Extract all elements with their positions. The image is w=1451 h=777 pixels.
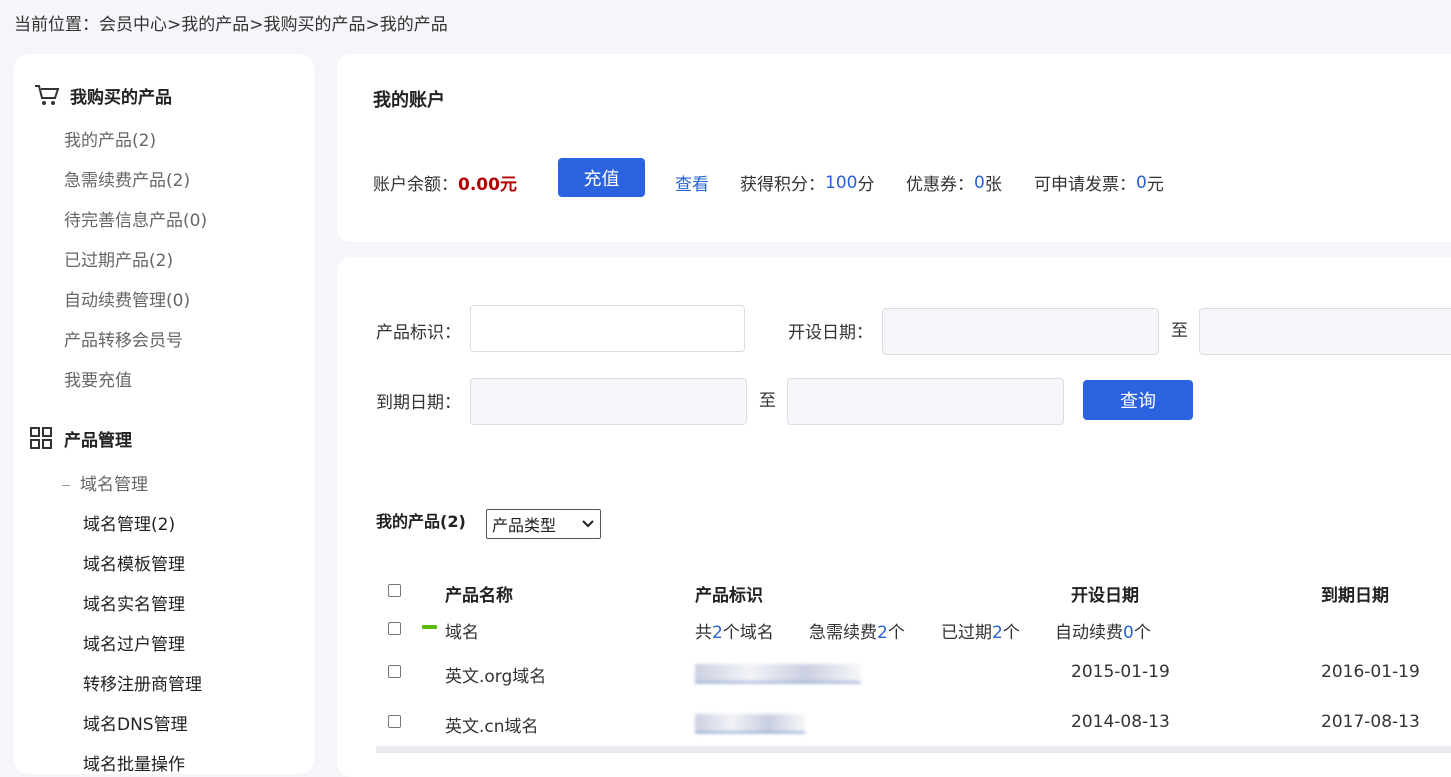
account-title: 我的账户 [373, 90, 445, 111]
group-total-prefix: 共 [695, 623, 712, 643]
sidebar-item-urgent-renew[interactable]: 急需续费产品(2) [64, 166, 190, 191]
open-date-start-input[interactable] [882, 308, 1159, 355]
group-urgent-prefix: 急需续费 [809, 623, 877, 643]
row-product-name: 英文.org域名 [445, 667, 547, 687]
products-title: 我的产品(2) [376, 512, 466, 531]
sidebar-item-domain-mgmt[interactable]: 域名管理(2) [83, 510, 175, 535]
group-total-suffix: 个域名 [722, 623, 774, 643]
sidebar-item-domain-realname[interactable]: 域名实名管理 [83, 590, 185, 615]
row-expire-date: 2016-01-19 [1321, 662, 1420, 682]
balance-label: 账户余额： [373, 175, 458, 195]
sidebar-item-domain-template[interactable]: 域名模板管理 [83, 550, 185, 575]
coupon-value: 0 [974, 172, 985, 193]
invoice-label: 可申请发票： [1034, 175, 1136, 195]
balance-value: 0.00元 [458, 175, 517, 195]
points-value: 100 [825, 172, 858, 193]
chevron-down-icon [582, 520, 594, 528]
group-expired-prefix: 已过期 [941, 623, 992, 643]
open-date-label: 开设日期： [788, 323, 873, 343]
sidebar: 我购买的产品 我的产品(2) 急需续费产品(2) 待完善信息产品(0) 已过期产… [14, 54, 314, 775]
recharge-button[interactable]: 充值 [558, 158, 645, 197]
sidebar-item-auto-renew[interactable]: 自动续费管理(0) [64, 286, 190, 311]
points-label: 获得积分： [740, 175, 825, 195]
expire-date-end-input[interactable] [787, 378, 1064, 425]
group-checkbox[interactable] [388, 622, 401, 635]
sidebar-section-product-mgmt[interactable]: 产品管理 [28, 425, 132, 451]
sidebar-item-domain-dns[interactable]: 域名DNS管理 [83, 710, 188, 735]
row-open-date: 2015-01-19 [1071, 662, 1170, 682]
open-date-end-input[interactable] [1199, 308, 1451, 355]
product-type-select[interactable]: 产品类型 [486, 509, 601, 539]
sidebar-item-incomplete-info[interactable]: 待完善信息产品(0) [64, 206, 207, 231]
group-auto-value: 0 [1123, 623, 1134, 643]
group-total: 共2个域名 [695, 618, 774, 643]
group-auto-suffix: 个 [1133, 623, 1151, 643]
query-button[interactable]: 查询 [1083, 380, 1193, 420]
coupon-label: 优惠券： [906, 175, 974, 195]
sidebar-subgroup-label: 域名管理 [80, 475, 148, 495]
select-all-checkbox[interactable] [388, 584, 401, 597]
group-expired-value: 2 [992, 623, 1003, 643]
group-auto-prefix: 自动续费 [1055, 623, 1123, 643]
sidebar-item-transfer-member[interactable]: 产品转移会员号 [64, 326, 183, 351]
invoice-unit: 元 [1146, 175, 1164, 195]
sidebar-section-title: 产品管理 [64, 430, 132, 451]
product-type-select-value: 产品类型 [492, 516, 557, 535]
sidebar-section-title: 我购买的产品 [70, 87, 172, 108]
column-header-name: 产品名称 [445, 586, 513, 606]
table-row-divider [376, 746, 1451, 753]
column-header-id: 产品标识 [695, 586, 763, 606]
group-name: 域名 [445, 623, 479, 643]
sidebar-section-purchased[interactable]: 我购买的产品 [34, 82, 172, 108]
row-checkbox[interactable] [388, 715, 401, 728]
points-unit: 分 [857, 175, 875, 195]
cart-icon [34, 82, 60, 108]
sidebar-item-my-products[interactable]: 我的产品(2) [64, 126, 156, 151]
points: 获得积分： 100 分 [740, 170, 875, 196]
row-product-name: 英文.cn域名 [445, 717, 539, 737]
column-header-expire-date: 到期日期 [1321, 586, 1389, 606]
invoice-value: 0 [1136, 172, 1147, 193]
column-header-open-date: 开设日期 [1071, 586, 1139, 606]
group-urgent-value: 2 [877, 623, 888, 643]
group-total-value: 2 [712, 623, 723, 643]
row-product-id-link[interactable] [695, 714, 805, 733]
collapse-dash-icon [62, 484, 70, 486]
row-product-id-link[interactable] [695, 664, 861, 683]
account-card: 我的账户 账户余额： 0.00元 充值 查看 获得积分： 100 分 优惠券： … [337, 54, 1451, 242]
group-auto: 自动续费0个 [1055, 618, 1151, 643]
row-expire-date: 2017-08-13 [1321, 712, 1420, 732]
expire-date-start-input[interactable] [470, 378, 747, 425]
coupon-unit: 张 [984, 175, 1002, 195]
sidebar-subgroup-domain[interactable]: 域名管理 [62, 470, 148, 495]
row-checkbox[interactable] [388, 665, 401, 678]
row-open-date: 2014-08-13 [1071, 712, 1170, 732]
coupon: 优惠券： 0 张 [906, 170, 1002, 196]
product-id-input[interactable] [470, 305, 745, 352]
sidebar-item-domain-transfer-owner[interactable]: 域名过户管理 [83, 630, 185, 655]
sidebar-item-registrar-transfer[interactable]: 转移注册商管理 [83, 670, 202, 695]
expire-date-label: 到期日期： [376, 393, 461, 413]
view-link[interactable]: 查看 [675, 170, 709, 195]
product-id-label: 产品标识： [376, 323, 461, 343]
sidebar-item-expired[interactable]: 已过期产品(2) [64, 246, 173, 271]
group-urgent: 急需续费2个 [809, 618, 905, 643]
breadcrumb: 当前位置：会员中心>我的产品>我购买的产品>我的产品 [14, 15, 448, 35]
group-expired: 已过期2个 [941, 618, 1020, 643]
balance: 账户余额： 0.00元 [373, 170, 517, 195]
invoice: 可申请发票： 0 元 [1034, 170, 1164, 196]
collapse-minus-icon[interactable] [422, 625, 437, 629]
open-date-to-label: 至 [1171, 321, 1188, 341]
group-expired-suffix: 个 [1002, 623, 1020, 643]
group-urgent-suffix: 个 [887, 623, 905, 643]
sidebar-item-recharge[interactable]: 我要充值 [64, 366, 132, 391]
grid-icon [28, 425, 54, 451]
expire-date-to-label: 至 [759, 391, 776, 411]
sidebar-item-domain-batch[interactable]: 域名批量操作 [83, 750, 185, 775]
